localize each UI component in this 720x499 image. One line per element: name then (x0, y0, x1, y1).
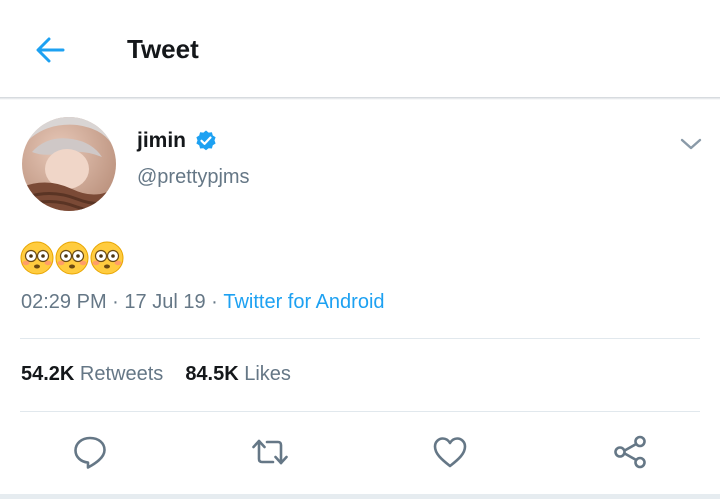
meta-separator: · (106, 291, 125, 313)
header-divider (0, 97, 720, 100)
reply-button[interactable] (70, 432, 110, 472)
tweet-meta: 02:29 PM · 17 Jul 19 · Twitter for Andro… (21, 291, 385, 314)
share-icon (614, 435, 646, 469)
divider (20, 411, 700, 412)
author-row[interactable]: jimin (137, 129, 218, 153)
divider (20, 338, 700, 339)
tweet-date: 17 Jul 19 (124, 291, 206, 313)
retweets-label: Retweets (74, 363, 164, 385)
heart-icon (433, 437, 467, 468)
more-options-button[interactable] (679, 134, 703, 154)
author-handle[interactable]: @prettypjms (137, 166, 250, 189)
flushed-face-emoji (90, 241, 124, 275)
flushed-face-emoji (55, 241, 89, 275)
arrow-left-icon (36, 37, 65, 63)
tweet-time: 02:29 PM (21, 291, 107, 313)
avatar-image (22, 117, 116, 211)
chevron-down-icon (680, 138, 702, 150)
flushed-face-emoji (20, 241, 54, 275)
verified-badge-icon (196, 130, 216, 151)
retweets-stat[interactable]: 54.2K Retweets (21, 363, 163, 386)
tweet-content (20, 241, 124, 275)
share-button[interactable] (610, 432, 650, 472)
like-button[interactable] (430, 432, 470, 472)
speech-bubble-icon (74, 436, 106, 469)
author-name[interactable]: jimin (137, 129, 186, 153)
tweet-source-link[interactable]: Twitter for Android (223, 291, 384, 314)
likes-label: Likes (238, 363, 291, 385)
bottom-divider (0, 494, 720, 499)
avatar[interactable] (22, 117, 116, 211)
retweet-button[interactable] (250, 432, 290, 472)
tweet-stats: 54.2K Retweets 84.5K Likes (21, 363, 291, 386)
likes-count: 84.5K (185, 363, 239, 385)
retweets-count: 54.2K (21, 363, 75, 385)
page-title: Tweet (127, 34, 199, 64)
top-bar: Tweet (0, 0, 720, 98)
likes-stat[interactable]: 84.5K Likes (185, 363, 291, 386)
retweet-icon (252, 439, 288, 465)
meta-separator: · (205, 291, 224, 313)
back-button[interactable] (28, 30, 72, 70)
